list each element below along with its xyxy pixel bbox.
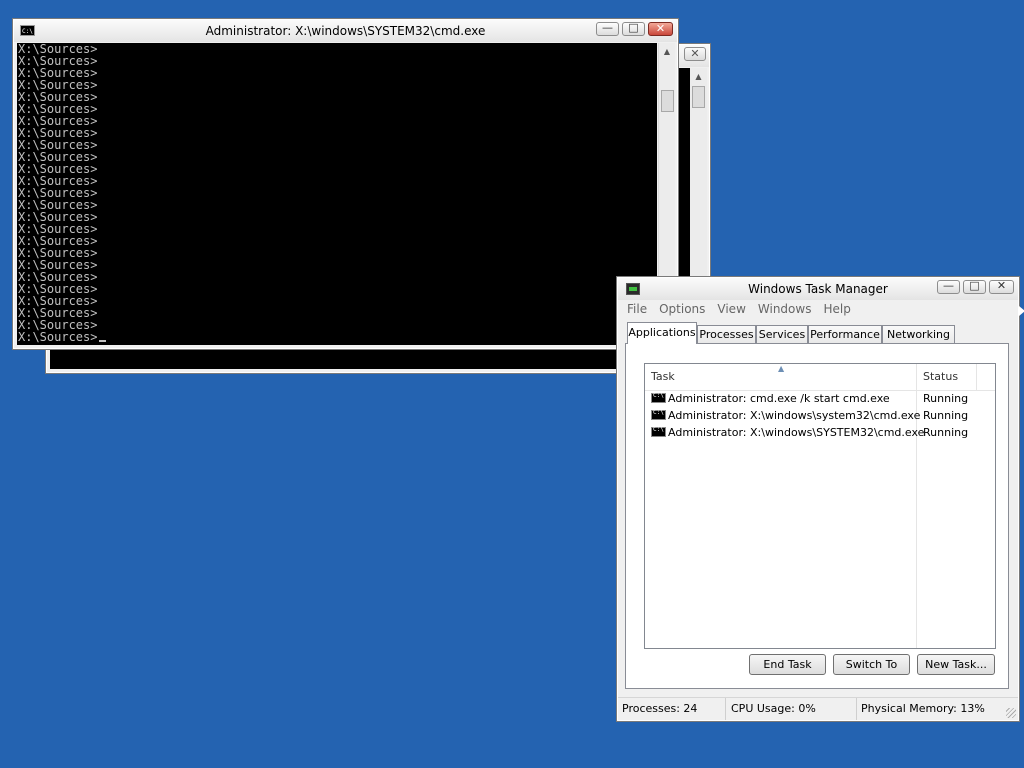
console-line: X:\Sources> [17,331,657,343]
cmd-front-titlebar[interactable]: C:\ Administrator: X:\windows\SYSTEM32\c… [14,20,677,42]
list-item[interactable]: Administrator: cmd.exe /k start cmd.exe … [645,391,995,408]
console-line: X:\Sources> [17,283,657,295]
cmd-back-scroll-thumb[interactable] [692,86,705,108]
task-manager-maximize-button[interactable]: □ [963,279,986,294]
maximize-icon: □ [628,21,639,34]
console-line: X:\Sources> [17,199,657,211]
console-line: X:\Sources> [17,139,657,151]
task-manager-close-button[interactable]: ✕ [989,279,1014,294]
scroll-up-icon[interactable]: ▲ [690,68,707,85]
task-manager-statusbar: Processes: 24 CPU Usage: 0% Physical Mem… [618,697,1018,720]
cmd-front-console[interactable]: X:\Sources> X:\Sources> X:\Sources> X:\Sour… [17,43,657,345]
console-line: X:\Sources> [17,55,657,67]
minimize-icon: — [602,21,613,34]
task-cell: Administrator: X:\windows\system32\cmd.e… [651,409,920,422]
status-processes: Processes: 24 [618,698,726,720]
close-icon: ✕ [690,47,700,60]
console-line: X:\Sources> [17,235,657,247]
task-manager-titlebar[interactable]: Windows Task Manager — □ ✕ [618,278,1018,300]
status-physical-memory: Physical Memory: 13% [861,702,985,715]
applications-panel: ▲ Task Status Administrator: cmd.exe /k … [625,343,1009,689]
task-manager-window[interactable]: Windows Task Manager — □ ✕ File Options … [616,276,1020,722]
menu-windows[interactable]: Windows [753,300,819,318]
column-header-task[interactable]: ▲ Task [645,364,917,390]
console-prompt: X:\Sources> [18,330,98,344]
resize-grip-icon[interactable] [1006,708,1016,718]
console-line: X:\Sources> [17,91,657,103]
menu-view[interactable]: View [712,300,752,318]
switch-to-button[interactable]: Switch To [833,654,910,675]
task-status: Running [923,426,969,439]
console-line: X:\Sources> [17,67,657,79]
end-task-button[interactable]: End Task [749,654,826,675]
console-line: X:\Sources> [17,115,657,127]
task-name: Administrator: X:\windows\SYSTEM32\cmd.e… [668,426,925,439]
text-cursor [99,340,107,342]
applications-list[interactable]: ▲ Task Status Administrator: cmd.exe /k … [644,363,996,649]
console-line: X:\Sources> [17,319,657,331]
console-line: X:\Sources> [17,151,657,163]
console-line: X:\Sources> [17,163,657,175]
cmd-icon [651,426,666,437]
close-icon: ✕ [655,22,666,35]
task-status: Running [923,409,969,422]
column-task-label: Task [651,370,675,383]
task-name: Administrator: cmd.exe /k start cmd.exe [668,392,890,405]
cmd-back-close-button[interactable]: ✕ [684,47,706,61]
console-line: X:\Sources> [17,187,657,199]
console-line: X:\Sources> [17,259,657,271]
task-cell: Administrator: X:\windows\SYSTEM32\cmd.e… [651,426,924,439]
console-line: X:\Sources> [17,295,657,307]
mouse-pointer-icon [1019,306,1024,316]
task-status: Running [923,392,969,405]
console-line: X:\Sources> [17,307,657,319]
column-header-status[interactable]: Status [917,364,977,390]
console-line: X:\Sources> [17,271,657,283]
console-line: X:\Sources> [17,79,657,91]
cmd-window-active[interactable]: C:\ Administrator: X:\windows\SYSTEM32\c… [12,18,679,350]
sort-ascending-icon: ▲ [778,364,785,373]
task-name: Administrator: X:\windows\system32\cmd.e… [668,409,921,422]
menu-options[interactable]: Options [654,300,712,318]
maximize-icon: □ [969,279,980,292]
console-line: X:\Sources> [17,247,657,259]
status-cpu-usage: CPU Usage: 0% [726,698,857,720]
console-line: X:\Sources> [17,127,657,139]
console-line: X:\Sources> [17,223,657,235]
cmd-front-minimize-button[interactable]: — [596,21,619,36]
task-manager-minimize-button[interactable]: — [937,279,960,294]
menu-help[interactable]: Help [818,300,857,318]
new-task-button[interactable]: New Task... [917,654,995,675]
scroll-up-icon[interactable]: ▲ [659,43,675,60]
cmd-front-maximize-button[interactable]: □ [622,21,645,36]
cmd-icon [651,409,666,420]
cmd-front-close-button[interactable]: ✕ [648,22,673,36]
list-item[interactable]: Administrator: X:\windows\SYSTEM32\cmd.e… [645,425,995,442]
menu-file[interactable]: File [622,300,654,318]
task-manager-menubar: File Options View Windows Help [622,300,858,318]
console-line: X:\Sources> [17,175,657,187]
console-line: X:\Sources> [17,43,657,55]
console-line: X:\Sources> [17,211,657,223]
console-line: X:\Sources> [17,103,657,115]
tab-services[interactable]: Services [756,325,808,343]
tab-applications[interactable]: Applications [627,322,697,344]
tab-processes[interactable]: Processes [697,325,756,343]
list-item[interactable]: Administrator: X:\windows\system32\cmd.e… [645,408,995,425]
list-header: ▲ Task Status [645,364,995,391]
tab-networking[interactable]: Networking [882,325,955,343]
task-cell: Administrator: cmd.exe /k start cmd.exe [651,392,890,405]
cmd-icon [651,392,666,403]
column-status-label: Status [923,370,959,383]
tab-performance[interactable]: Performance [808,325,882,343]
close-icon: ✕ [996,279,1007,292]
cmd-front-scroll-thumb[interactable] [661,90,674,112]
cmd-front-title: Administrator: X:\windows\SYSTEM32\cmd.e… [205,24,486,38]
minimize-icon: — [943,279,954,292]
